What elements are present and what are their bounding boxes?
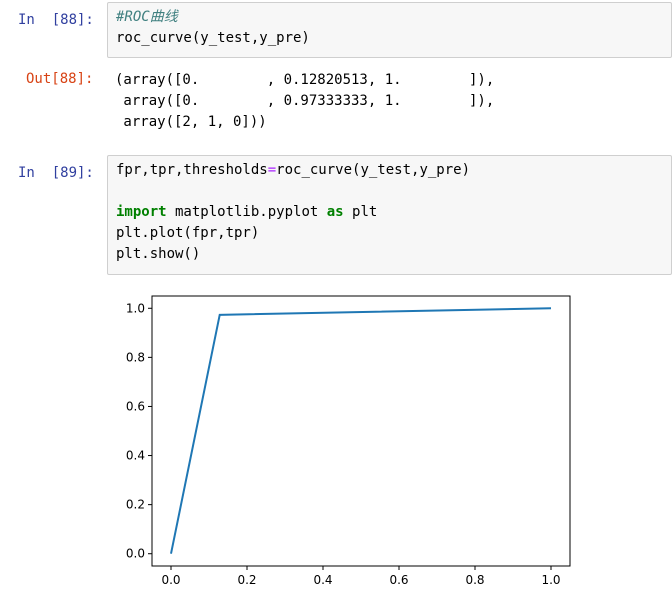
output-line: array([0. , 0.97333333, 1. ]), — [115, 93, 495, 109]
code-token: roc_curve(y_test,y_pre) — [116, 30, 310, 46]
code-token: plt.show() — [116, 246, 201, 262]
x-axis: 0.0 0.2 0.4 0.6 0.8 1.0 — [161, 566, 561, 587]
code-token: import — [116, 204, 167, 220]
code-token: #ROC曲线 — [116, 9, 178, 25]
y-axis: 0.0 0.2 0.4 0.6 0.8 1.0 — [126, 301, 152, 561]
x-tick-label: 0.0 — [161, 573, 180, 587]
code-token: matplotlib.pyplot — [166, 204, 327, 220]
code-token: roc_curve(y_test,y_pre) — [276, 162, 471, 178]
y-tick-label: 0.2 — [126, 498, 145, 512]
code-token: fpr,tpr,thresholds — [116, 162, 268, 178]
code-token: as — [326, 204, 344, 220]
y-tick-label: 0.6 — [126, 399, 145, 413]
code-cell-89[interactable]: fpr,tpr,thresholds=roc_curve(y_test,y_pr… — [107, 155, 672, 275]
x-tick-label: 0.8 — [465, 573, 484, 587]
x-tick-label: 1.0 — [541, 573, 560, 587]
code-line: import matplotlib.pyplot as plt — [116, 202, 470, 223]
code-line: roc_curve(y_test,y_pre) — [116, 28, 310, 49]
x-tick-label: 0.6 — [389, 573, 408, 587]
code-token: = — [267, 162, 277, 178]
y-tick-label: 1.0 — [126, 301, 145, 315]
y-tick-label: 0.4 — [126, 449, 145, 463]
output-line: (array([0. , 0.12820513, 1. ]), — [115, 72, 495, 88]
x-tick-label: 0.4 — [313, 573, 332, 587]
input-prompt-89: In [89]: — [18, 165, 94, 181]
y-tick-label: 0.0 — [126, 547, 145, 561]
y-tick-label: 0.8 — [126, 350, 145, 364]
input-prompt-88: In [88]: — [18, 12, 94, 28]
code-line: plt.show() — [116, 244, 470, 265]
code-line: #ROC曲线 — [116, 7, 310, 28]
output-text-88: (array([0. , 0.12820513, 1. ]), array([0… — [115, 70, 494, 133]
code-cell-88[interactable]: #ROC曲线 roc_curve(y_test,y_pre) — [107, 2, 672, 58]
code-line: plt.plot(fpr,tpr) — [116, 223, 470, 244]
output-prompt-88: Out[88]: — [26, 71, 94, 87]
output-line: array([2, 1, 0])) — [115, 114, 267, 130]
code-line: fpr,tpr,thresholds=roc_curve(y_test,y_pr… — [116, 160, 470, 181]
code-editor-88[interactable]: #ROC曲线 roc_curve(y_test,y_pre) — [116, 7, 310, 49]
x-tick-label: 0.2 — [237, 573, 256, 587]
code-token: plt.plot(fpr,tpr) — [116, 225, 260, 241]
code-token: plt — [343, 204, 378, 220]
code-editor-89[interactable]: fpr,tpr,thresholds=roc_curve(y_test,y_pr… — [116, 160, 470, 265]
roc-plot: 0.0 0.2 0.4 0.6 0.8 1.0 0.0 0.2 0.4 0.6 0.8 1.0 — [126, 295, 571, 587]
